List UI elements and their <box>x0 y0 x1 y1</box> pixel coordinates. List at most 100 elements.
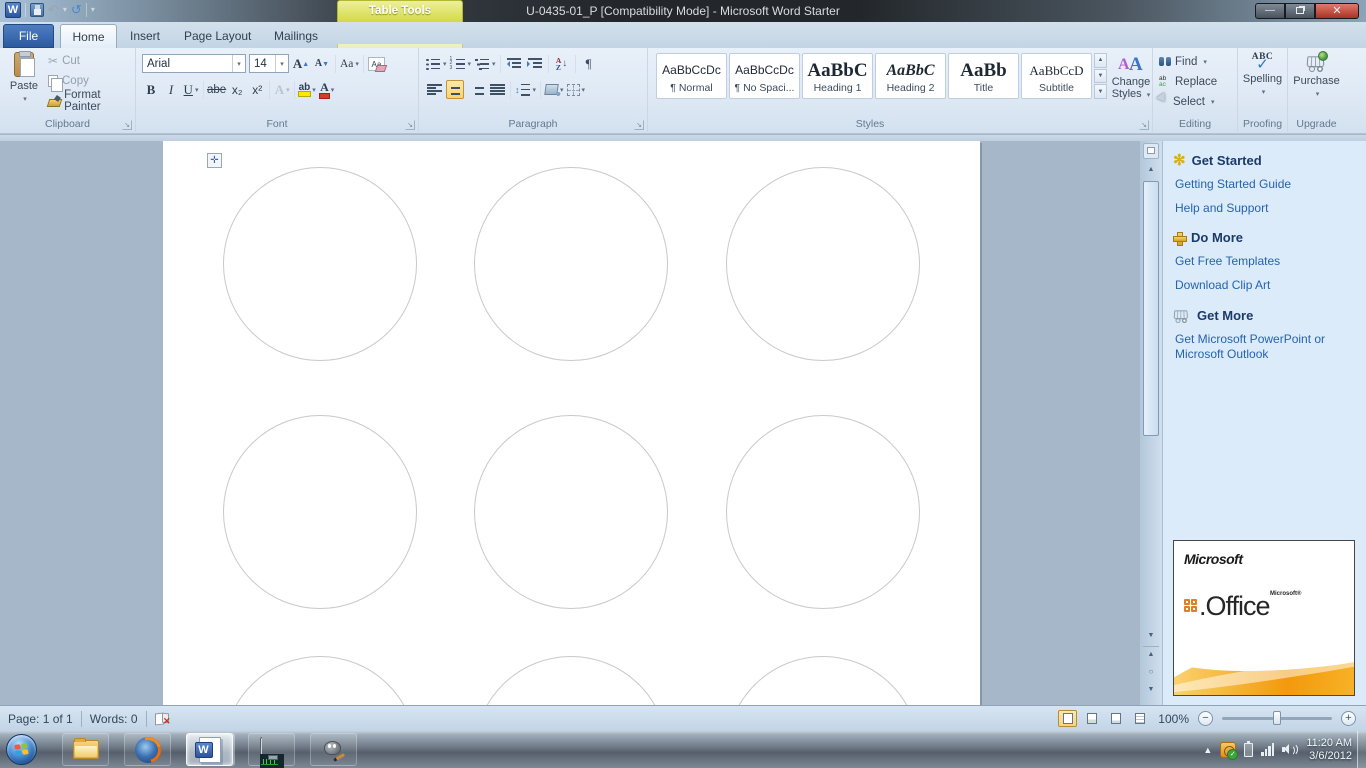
style-no-spacing[interactable]: AaBbCcDc ¶ No Spaci... <box>729 53 800 99</box>
show-hide-paragraph-button[interactable]: ¶ <box>580 54 598 73</box>
borders-button[interactable]: ▾ <box>566 80 585 99</box>
align-right-button[interactable] <box>467 80 485 99</box>
help-and-support-link[interactable]: Help and Support <box>1175 201 1358 216</box>
decrease-indent-button[interactable] <box>505 54 523 73</box>
italic-button[interactable]: I <box>162 80 180 99</box>
select-button[interactable]: Select ▾ <box>1156 92 1217 109</box>
fullscreen-reading-view-button[interactable] <box>1082 710 1101 727</box>
hidden-icons-arrow-icon[interactable]: ▲ <box>1203 745 1212 755</box>
word-count[interactable]: Words: 0 <box>90 712 138 726</box>
font-family-select[interactable]: Arial ▾ <box>142 54 246 73</box>
copy-button[interactable]: Copy <box>48 73 135 92</box>
change-styles-button[interactable]: AA Change Styles ▾ <box>1110 50 1152 116</box>
cut-button[interactable]: ✂ Cut <box>48 53 135 69</box>
tab-mailings[interactable]: Mailings <box>262 24 330 48</box>
styles-dialog-launcher[interactable]: ↘ <box>1139 120 1149 130</box>
text-effects-button[interactable]: A ▾ <box>273 80 291 99</box>
style-normal[interactable]: AaBbCcDc ¶ Normal <box>656 53 727 99</box>
underline-button[interactable]: U ▾ <box>182 80 200 99</box>
volume-icon[interactable] <box>1282 743 1299 756</box>
start-button[interactable] <box>6 734 37 765</box>
replace-button[interactable]: ab ac Replace <box>1159 74 1217 89</box>
grow-font-button[interactable]: A ▲ <box>292 54 310 73</box>
get-free-templates-link[interactable]: Get Free Templates <box>1175 254 1358 269</box>
tab-page-layout[interactable]: Page Layout <box>172 24 263 48</box>
shrink-font-button[interactable]: A ▼ <box>313 54 331 73</box>
line-spacing-button[interactable]: ↕ ▾ <box>515 80 536 99</box>
print-layout-view-button[interactable] <box>1058 710 1078 727</box>
save-icon[interactable] <box>30 3 44 17</box>
bullets-button[interactable]: ▾ <box>425 54 447 73</box>
paragraph-dialog-launcher[interactable]: ↘ <box>634 120 644 130</box>
label-circle[interactable] <box>223 656 417 705</box>
spelling-button[interactable]: ABC ✓ Spelling ▾ <box>1238 48 1287 114</box>
document-canvas[interactable]: ✛ <box>0 141 1140 705</box>
page-count[interactable]: Page: 1 of 1 <box>8 712 73 726</box>
show-desktop-button[interactable] <box>1357 731 1366 768</box>
download-clip-art-link[interactable]: Download Clip Art <box>1175 278 1358 293</box>
styles-gallery-more-icon[interactable]: ▼ <box>1094 84 1107 100</box>
purchase-button[interactable]: Purchase ▾ <box>1288 48 1345 114</box>
label-circle[interactable] <box>726 167 920 361</box>
clock[interactable]: 11:20 AM 3/6/2012 <box>1306 737 1352 763</box>
label-circle[interactable] <box>726 415 920 609</box>
tab-insert[interactable]: Insert <box>118 24 172 48</box>
repeat-icon[interactable]: ↺ <box>71 2 82 18</box>
font-color-button[interactable]: A ▾ <box>318 80 336 99</box>
word-app-icon[interactable]: W <box>5 2 21 18</box>
align-center-button[interactable] <box>446 80 464 99</box>
align-left-button[interactable] <box>425 80 443 99</box>
word-taskbar-button[interactable]: W <box>186 733 233 766</box>
format-painter-button[interactable]: Format Painter <box>48 89 135 113</box>
strikethrough-button[interactable]: abe <box>207 80 226 99</box>
label-circle[interactable] <box>474 656 668 705</box>
document-page[interactable]: ✛ <box>163 141 980 705</box>
gimp-taskbar-button[interactable] <box>310 733 357 766</box>
font-size-select[interactable]: 14 ▾ <box>249 54 289 73</box>
sync-status-icon[interactable] <box>1220 741 1239 760</box>
clipboard-dialog-launcher[interactable]: ↘ <box>122 120 132 130</box>
getting-started-guide-link[interactable]: Getting Started Guide <box>1175 177 1358 192</box>
styles-scroll-down-icon[interactable]: ▼ <box>1094 68 1107 84</box>
previous-page-icon[interactable]: ▲ <box>1143 646 1159 661</box>
zoom-level[interactable]: 100% <box>1158 712 1189 726</box>
find-button[interactable]: Find ▾ <box>1159 54 1217 69</box>
zoom-out-button[interactable]: − <box>1198 711 1213 726</box>
subscript-button[interactable]: x₂ <box>228 80 246 99</box>
web-layout-view-button[interactable] <box>1106 710 1125 727</box>
close-button[interactable]: ✕ <box>1315 3 1359 19</box>
style-title[interactable]: AaBb Title <box>948 53 1019 99</box>
style-heading2[interactable]: AaBbC Heading 2 <box>875 53 946 99</box>
get-powerpoint-outlook-link[interactable]: Get Microsoft PowerPoint or Microsoft Ou… <box>1175 332 1358 362</box>
label-circle[interactable] <box>223 167 417 361</box>
network-signal-icon[interactable] <box>1261 743 1275 756</box>
system-monitor-taskbar-button[interactable] <box>248 733 295 768</box>
change-case-button[interactable]: Aa ▾ <box>340 54 359 73</box>
shading-button[interactable]: ▾ <box>544 80 564 99</box>
explorer-taskbar-button[interactable] <box>62 733 109 766</box>
undo-dropdown-icon[interactable]: ▾ <box>63 2 67 18</box>
scroll-down-icon[interactable]: ▼ <box>1143 628 1159 643</box>
scroll-up-icon[interactable]: ▲ <box>1143 162 1159 177</box>
multilevel-list-button[interactable]: ▾ <box>474 54 496 73</box>
superscript-button[interactable]: x² <box>248 80 266 99</box>
minimize-button[interactable]: — <box>1255 3 1285 19</box>
paste-button[interactable]: Paste ▾ <box>4 48 44 114</box>
select-browse-object-icon[interactable]: ○ <box>1143 664 1159 679</box>
label-circle[interactable] <box>474 415 668 609</box>
zoom-in-button[interactable]: + <box>1341 711 1356 726</box>
label-circle[interactable] <box>726 656 920 705</box>
style-heading1[interactable]: AaBbC Heading 1 <box>802 53 873 99</box>
office-ad[interactable]: Microsoft .Office Microsoft® <box>1173 540 1355 696</box>
sort-button[interactable]: A Z ↓ <box>553 54 571 73</box>
firefox-taskbar-button[interactable] <box>124 733 171 766</box>
next-page-icon[interactable]: ▼ <box>1143 682 1159 697</box>
battery-icon[interactable] <box>1244 740 1254 757</box>
styles-scroll-up-icon[interactable]: ▲ <box>1094 53 1107 68</box>
restore-button[interactable] <box>1285 3 1315 19</box>
proofing-errors-icon[interactable] <box>155 712 171 727</box>
style-subtitle[interactable]: AaBbCcD Subtitle <box>1021 53 1092 99</box>
undo-icon[interactable]: ↶ <box>48 2 59 18</box>
customize-qat-icon[interactable]: ▾ <box>91 2 95 18</box>
zoom-slider[interactable] <box>1222 711 1332 725</box>
